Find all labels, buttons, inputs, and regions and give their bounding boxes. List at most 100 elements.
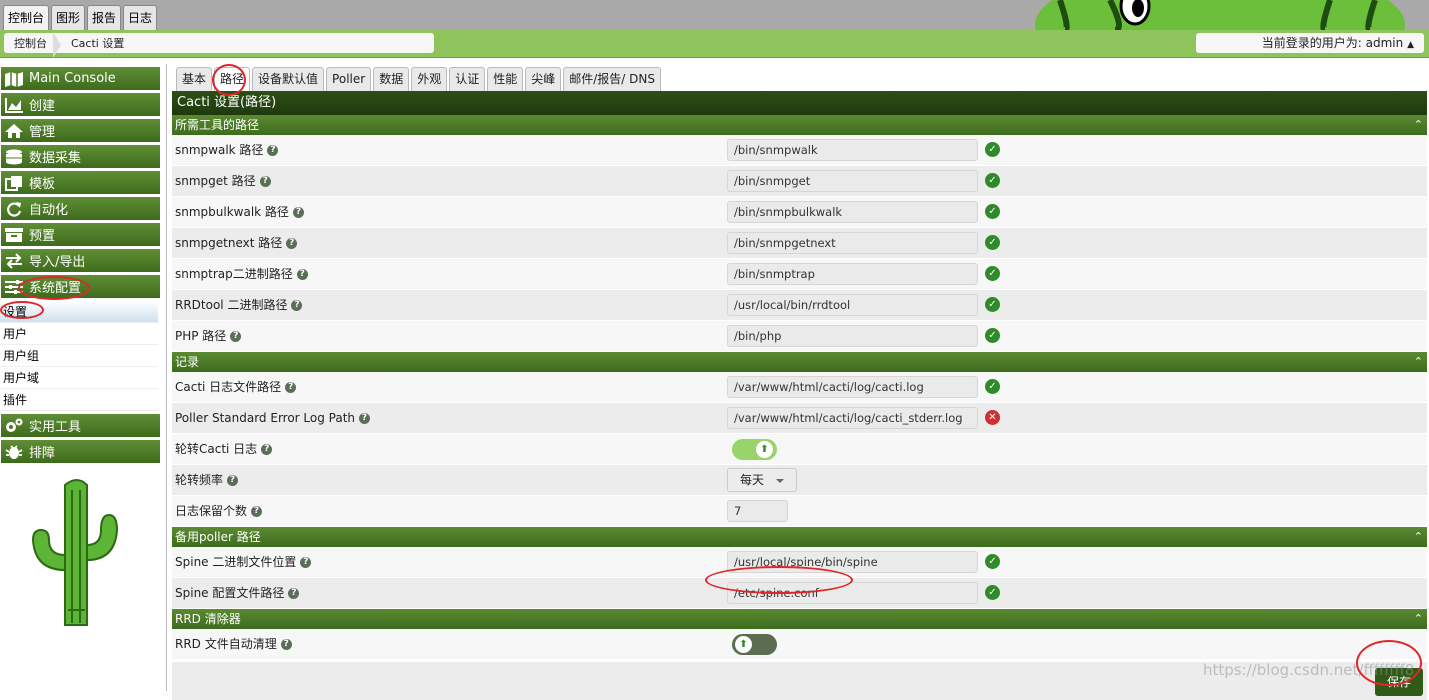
top-tab-graphs[interactable]: 图形 [51, 5, 86, 30]
check-ok-icon: ✓ [985, 266, 1000, 281]
sidebar-item-create[interactable]: 创建 [1, 93, 160, 116]
collapse-icon[interactable]: ⌃ [1414, 352, 1423, 372]
setting-row: 轮转频率? 每天 [172, 465, 1427, 496]
help-icon[interactable]: ? [285, 382, 297, 393]
sidebar-subitem-plugins[interactable]: 插件 [0, 389, 158, 411]
home-icon [4, 123, 24, 139]
sidebar-item-import-export[interactable]: 导入/导出 [1, 249, 160, 272]
sidebar-subitem-user-domains[interactable]: 用户域 [0, 367, 158, 389]
help-icon[interactable]: ? [359, 413, 371, 424]
sidebar-item-data-collection[interactable]: 数据采集 [1, 145, 160, 168]
sidebar-item-label: 数据采集 [29, 151, 82, 166]
help-icon[interactable]: ? [259, 176, 271, 187]
help-icon[interactable]: ? [261, 444, 273, 455]
sidebar-item-presets[interactable]: 预置 [1, 223, 160, 246]
rotate-log-toggle[interactable]: ⬆ [732, 439, 777, 460]
help-icon[interactable]: ? [296, 269, 308, 280]
database-icon [4, 149, 24, 165]
setting-row: Poller Standard Error Log Path? /var/www… [172, 403, 1427, 434]
help-icon[interactable]: ? [286, 238, 298, 249]
sidebar-item-system-config[interactable]: 系统配置 [1, 275, 160, 298]
setting-label: 轮转频率? [175, 465, 239, 495]
top-tab-logs[interactable]: 日志 [123, 5, 158, 30]
path-input[interactable]: /bin/snmpbulkwalk [727, 201, 978, 223]
page-title: Cacti 设置(路径) [172, 91, 1427, 115]
help-icon[interactable]: ? [230, 331, 242, 342]
sidebar-item-label: 创建 [29, 99, 56, 114]
path-input[interactable]: /var/www/html/cacti/log/cacti_stderr.log [727, 407, 978, 429]
help-icon[interactable]: ? [267, 145, 279, 156]
section-header-rrd-cleaner[interactable]: RRD 清除器 ⌃ [172, 609, 1427, 629]
tab-spikes[interactable]: 尖峰 [525, 67, 562, 91]
setting-label-text: Cacti 日志文件路径 [175, 380, 282, 394]
sidebar-item-troubleshooting[interactable]: 排障 [1, 440, 160, 463]
watermark: https://blog.csdn.net/ffffffff8 [1203, 661, 1415, 679]
top-tab-console[interactable]: 控制台 [3, 5, 50, 30]
path-input[interactable]: /bin/snmpget [727, 170, 978, 192]
sidebar-item-main-console[interactable]: Main Console [1, 67, 160, 90]
breadcrumb-bar: 控制台 Cacti 设置 当前登录的用户为: admin ▲ [0, 30, 1429, 58]
sidebar-item-utilities[interactable]: 实用工具 [1, 414, 160, 437]
tab-visual[interactable]: 外观 [411, 67, 448, 91]
sidebar-subitem-users[interactable]: 用户 [0, 323, 158, 345]
path-input[interactable]: /usr/local/bin/rrdtool [727, 294, 978, 316]
path-input[interactable]: /var/www/html/cacti/log/cacti.log [727, 376, 978, 398]
help-icon[interactable]: ? [227, 475, 239, 486]
setting-row: RRDtool 二进制路径? /usr/local/bin/rrdtool ✓ [172, 290, 1427, 321]
path-input[interactable]: /usr/local/spine/bin/spine [727, 551, 978, 573]
check-ok-icon: ✓ [985, 379, 1000, 394]
sidebar-subitem-user-groups[interactable]: 用户组 [0, 345, 158, 367]
setting-row: Spine 二进制文件位置? /usr/local/spine/bin/spin… [172, 547, 1427, 578]
breadcrumb-console[interactable]: 控制台 [4, 32, 61, 58]
tab-poller[interactable]: Poller [326, 67, 372, 91]
help-icon[interactable]: ? [288, 588, 300, 599]
setting-label-text: Spine 二进制文件位置 [175, 555, 297, 569]
sidebar-item-automation[interactable]: 自动化 [1, 197, 160, 220]
path-input[interactable]: /bin/snmptrap [727, 263, 978, 285]
help-icon[interactable]: ? [291, 300, 303, 311]
check-ok-icon: ✓ [985, 554, 1000, 569]
tab-mail-reports-dns[interactable]: 邮件/报告/ DNS [563, 67, 662, 91]
tab-paths[interactable]: 路径 [214, 67, 251, 91]
setting-row: Cacti 日志文件路径? /var/www/html/cacti/log/ca… [172, 372, 1427, 403]
section-header-logging[interactable]: 记录 ⌃ [172, 352, 1427, 372]
help-icon[interactable]: ? [280, 639, 292, 650]
rrd-autoclean-toggle[interactable]: ⬆ [732, 634, 777, 655]
setting-label-text: Poller Standard Error Log Path [175, 411, 356, 425]
path-input[interactable]: /bin/snmpwalk [727, 139, 978, 161]
tab-general[interactable]: 基本 [176, 67, 213, 91]
path-input[interactable]: /bin/php [727, 325, 978, 347]
breadcrumb-settings[interactable]: Cacti 设置 [61, 35, 138, 51]
select-value: 每天 [740, 473, 765, 487]
path-input[interactable]: /bin/snmpgetnext [727, 232, 978, 254]
setting-label-text: snmpbulkwalk 路径 [175, 205, 289, 219]
copy-icon [4, 175, 24, 191]
section-title: 记录 [175, 355, 200, 369]
user-menu[interactable]: 当前登录的用户为: admin ▲ [1196, 33, 1424, 53]
setting-label-text: 轮转Cacti 日志 [175, 442, 258, 456]
collapse-icon[interactable]: ⌃ [1414, 115, 1423, 135]
tab-data[interactable]: 数据 [373, 67, 410, 91]
section-header-alt-poller[interactable]: 备用poller 路径 ⌃ [172, 527, 1427, 547]
caret-up-icon: ▲ [1407, 40, 1414, 50]
tab-performance[interactable]: 性能 [487, 67, 524, 91]
section-header-required-tools[interactable]: 所需工具的路径 ⌃ [172, 115, 1427, 135]
path-input[interactable]: /etc/spine.conf [727, 582, 978, 604]
sidebar-item-templates[interactable]: 模板 [1, 171, 160, 194]
tab-device-defaults[interactable]: 设备默认值 [252, 67, 325, 91]
collapse-icon[interactable]: ⌃ [1414, 527, 1423, 547]
sidebar-subitem-settings[interactable]: 设置 [0, 301, 158, 323]
setting-label-text: snmpwalk 路径 [175, 143, 264, 157]
help-icon[interactable]: ? [300, 557, 312, 568]
top-tab-reports[interactable]: 报告 [87, 5, 122, 30]
log-retention-input[interactable]: 7 [727, 500, 788, 522]
rotate-frequency-select[interactable]: 每天 [727, 468, 797, 492]
help-icon[interactable]: ? [251, 506, 263, 517]
sidebar-item-manage[interactable]: 管理 [1, 119, 160, 142]
check-ok-icon: ✓ [985, 173, 1000, 188]
help-icon[interactable]: ? [292, 207, 304, 218]
tab-auth[interactable]: 认证 [449, 67, 486, 91]
collapse-icon[interactable]: ⌃ [1414, 609, 1423, 629]
user-label: 当前登录的用户为: admin [1261, 36, 1404, 50]
setting-label-text: 日志保留个数 [175, 504, 248, 518]
